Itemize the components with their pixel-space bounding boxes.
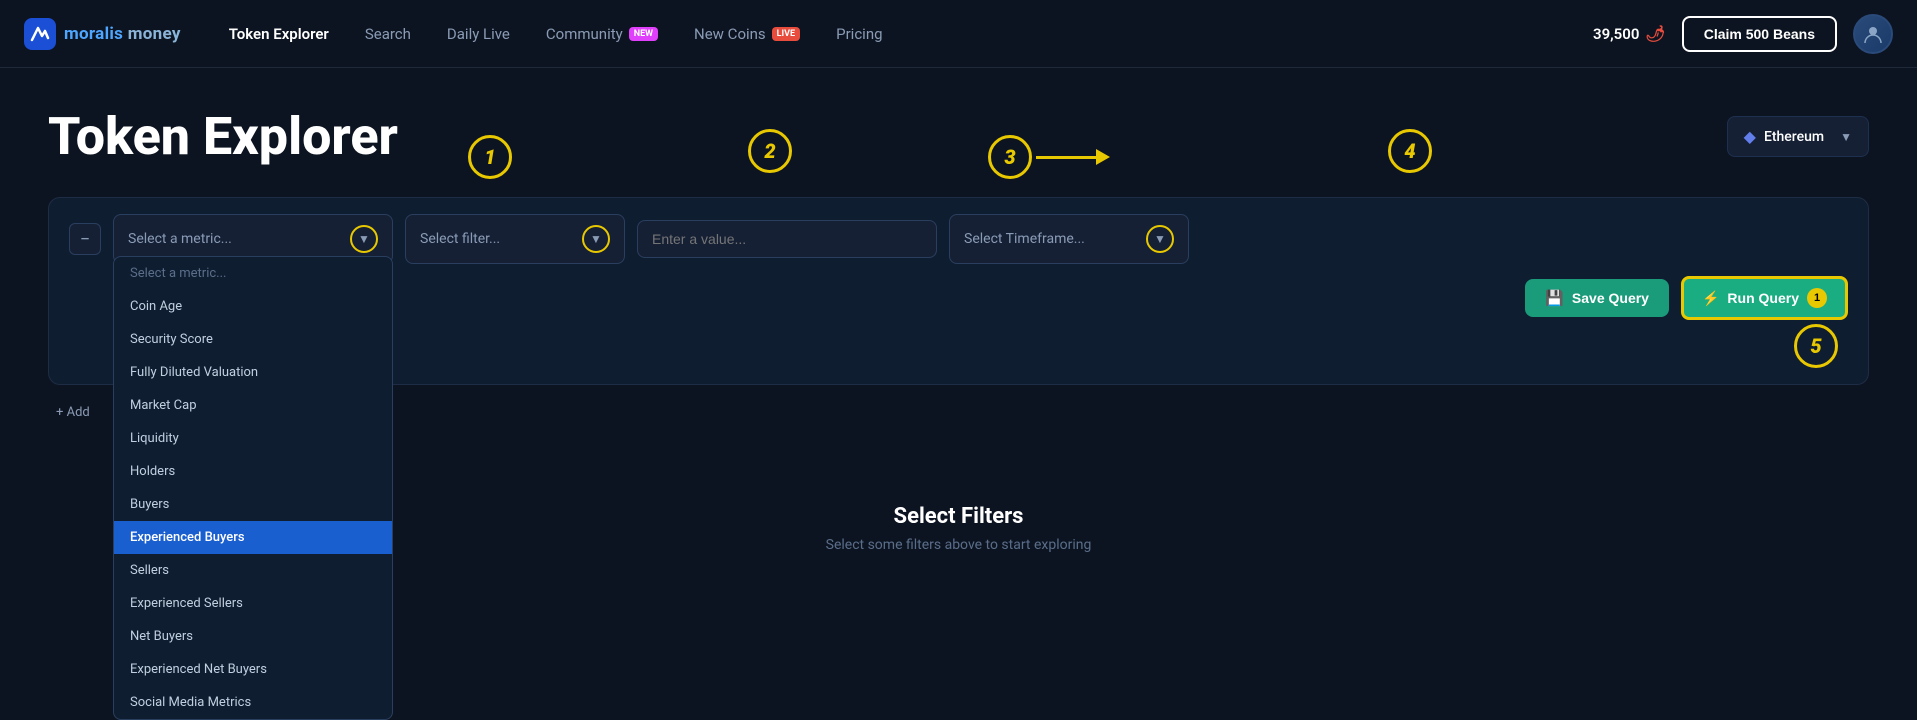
dropdown-item-placeholder[interactable]: Select a metric... [114,257,392,290]
dropdown-item-net-buyers[interactable]: Net Buyers [114,620,392,653]
dropdown-item-experienced-buyers[interactable]: Experienced Buyers [114,521,392,554]
save-query-button[interactable]: 💾 Save Query [1525,279,1669,317]
beans-icon: 🌶 [1645,24,1665,43]
nav-daily-live[interactable]: Daily Live [431,17,526,51]
page-header: Token Explorer ◆ Ethereum ▼ [48,108,1869,165]
metric-chevron-icon: ▼ [350,225,378,253]
claim-beans-button[interactable]: Claim 500 Beans [1682,16,1837,52]
annotation-2: 2 [748,129,792,173]
avatar-icon [1862,23,1884,45]
dropdown-item-market-cap[interactable]: Market Cap [114,389,392,422]
dropdown-item-security-score[interactable]: Security Score [114,323,392,356]
community-badge: NEW [629,27,658,41]
nav-new-coins[interactable]: New Coins LIVE [678,17,816,51]
dropdown-item-buyers[interactable]: Buyers [114,488,392,521]
nav-links: Token Explorer Search Daily Live Communi… [213,17,1593,51]
dropdown-item-social-media[interactable]: Social Media Metrics [114,686,392,719]
avatar[interactable] [1853,14,1893,54]
navbar: moralis money Token Explorer Search Dail… [0,0,1917,68]
remove-filter-button[interactable]: − [69,223,101,255]
page-title: Token Explorer [48,108,398,165]
dropdown-item-liquidity[interactable]: Liquidity [114,422,392,455]
nav-search[interactable]: Search [349,17,427,51]
metric-dropdown: Select a metric... Coin Age Security Sco… [113,256,393,720]
filter-chevron-icon: ▼ [582,225,610,253]
filter-container: − Select a metric... ▼ Select a metric..… [48,197,1869,385]
save-icon: 💾 [1545,289,1564,307]
nav-pricing[interactable]: Pricing [820,17,898,51]
main-content: Token Explorer ◆ Ethereum ▼ 1 2 3 4 [0,68,1917,633]
filter-row: − Select a metric... ▼ Select a metric..… [69,214,1848,264]
add-filter-button[interactable]: + Add [48,401,98,424]
timeframe-select[interactable]: Select Timeframe... ▼ [949,214,1189,264]
run-query-badge: 1 [1807,288,1827,308]
nav-right: 39,500 🌶 Claim 500 Beans [1593,14,1893,54]
annotation-4: 4 [1388,129,1432,173]
network-selector[interactable]: ◆ Ethereum ▼ [1727,116,1869,157]
nav-community[interactable]: Community NEW [530,17,674,51]
logo[interactable]: moralis money [24,18,181,50]
new-coins-badge: LIVE [772,27,800,41]
ethereum-icon: ◆ [1744,127,1756,146]
dropdown-item-experienced-net-buyers[interactable]: Experienced Net Buyers [114,653,392,686]
annotation-1: 1 [468,135,512,179]
dropdown-item-coin-age[interactable]: Coin Age [114,290,392,323]
timeframe-chevron-icon: ▼ [1146,225,1174,253]
logo-text: moralis money [64,24,181,44]
dropdown-item-holders[interactable]: Holders [114,455,392,488]
dropdown-item-fully-diluted[interactable]: Fully Diluted Valuation [114,356,392,389]
metric-select-wrapper: Select a metric... ▼ Select a metric... … [113,214,393,264]
logo-icon [24,18,56,50]
chevron-down-icon: ▼ [1840,130,1852,144]
annotation-3: 3 [988,135,1032,179]
annotation-5: 5 [1794,324,1838,368]
dropdown-item-sellers[interactable]: Sellers [114,554,392,587]
nav-token-explorer[interactable]: Token Explorer [213,17,345,51]
filter-select[interactable]: Select filter... ▼ [405,214,625,264]
dropdown-item-experienced-sellers[interactable]: Experienced Sellers [114,587,392,620]
value-input[interactable] [637,220,937,258]
run-query-button[interactable]: ⚡ Run Query 1 [1681,276,1848,320]
beans-count: 39,500 🌶 [1593,24,1666,43]
filter-icon: ⚡ [1702,290,1719,307]
